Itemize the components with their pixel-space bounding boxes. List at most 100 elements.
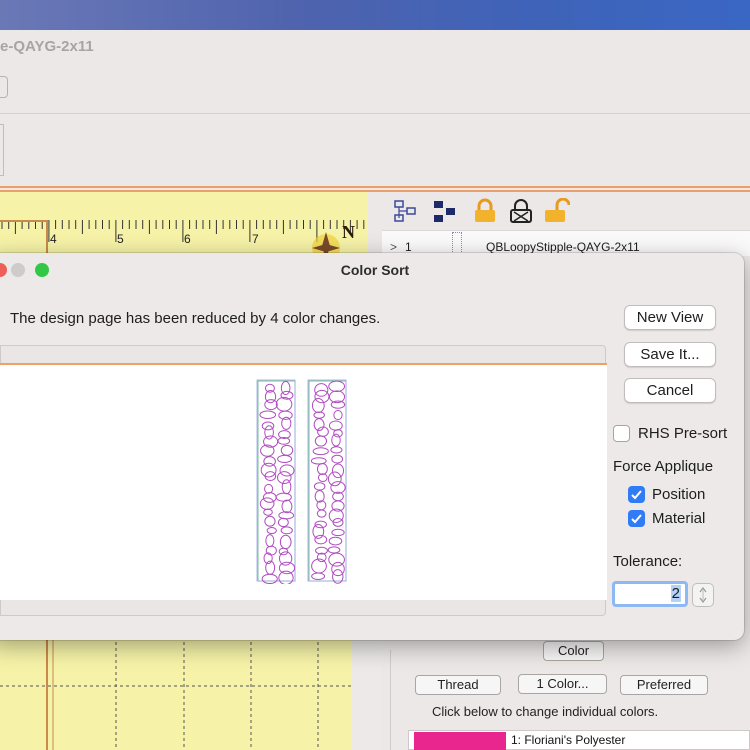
checkmark-icon (631, 490, 642, 500)
layer-number: 1 (405, 240, 412, 254)
color-hint-text: Click below to change individual colors. (432, 704, 659, 719)
stitch-loop (316, 462, 328, 475)
rhs-presort-checkbox[interactable] (613, 425, 630, 442)
one-color-button[interactable]: 1 Color... (518, 674, 607, 694)
thread-button[interactable]: Thread (415, 675, 501, 695)
compass-letter: N (342, 222, 355, 242)
stitch-loop (280, 444, 294, 456)
stitch-loop (279, 464, 295, 477)
layer-thumbnail (452, 232, 462, 254)
cancel-button[interactable]: Cancel (624, 378, 716, 403)
stitch-loop (328, 420, 343, 431)
stitch-loop (266, 527, 277, 535)
stitch-loop (331, 528, 345, 537)
app-toolbar (0, 64, 750, 114)
ruler-label: 6 (184, 232, 191, 246)
tolerance-label: Tolerance: (613, 553, 683, 570)
splitter[interactable] (368, 192, 382, 254)
stepper-arrows-icon (699, 587, 707, 603)
stitch-loop (264, 471, 277, 482)
force-applique-label: Force Applique (613, 458, 714, 475)
stitch-loop (264, 515, 276, 527)
stitch-loop (277, 517, 289, 528)
stitch-loop (263, 508, 273, 516)
stitch-loop (281, 479, 292, 495)
stitch-loop (279, 534, 292, 550)
color-button[interactable]: Color (543, 641, 604, 661)
app-window-title: e-QAYG-2x11 (0, 38, 94, 55)
stitch-loop (316, 509, 327, 518)
stitch-loop (331, 433, 341, 447)
stitch-loop (333, 429, 343, 438)
position-checkbox[interactable] (628, 486, 645, 503)
tolerance-input[interactable]: 2 (612, 581, 688, 607)
stitch-loop (331, 454, 344, 464)
stitch-loop (259, 497, 275, 510)
tolerance-stepper[interactable] (692, 583, 714, 607)
tolerance-value: 2 (670, 585, 681, 602)
color-name[interactable]: 1: Floriani's Polyester (511, 733, 625, 747)
stitch-loop (314, 435, 328, 447)
stitch-loop (278, 570, 294, 584)
stitch-loop (278, 410, 293, 420)
stitch-loop (331, 463, 345, 479)
stitch-loop (330, 481, 346, 494)
lock-cross-icon[interactable] (508, 198, 534, 224)
preferred-button[interactable]: Preferred (620, 675, 708, 695)
desktop-background (0, 0, 750, 30)
stitch-loop (261, 573, 278, 584)
stitch-loop (311, 572, 326, 580)
stitch-loop (265, 534, 275, 548)
stitch-loop (277, 454, 293, 463)
stitch-loop (327, 471, 342, 487)
toolbar-control-group[interactable] (0, 124, 4, 176)
app-titlebar (0, 30, 750, 64)
dialog-message: The design page has been reduced by 4 co… (10, 310, 381, 327)
ruler-label: 4 (50, 232, 57, 246)
app-secondary-toolbar (0, 115, 750, 187)
new-view-button[interactable]: New View (624, 305, 716, 330)
stitch-loop (264, 483, 274, 494)
stitch-loop (275, 396, 293, 412)
ruler-label: 7 (252, 232, 259, 246)
save-it-button[interactable]: Save It... (624, 342, 716, 367)
stitch-loop (311, 398, 325, 413)
toolbar-control[interactable] (0, 76, 8, 98)
material-checkbox[interactable] (628, 510, 645, 527)
design-preview (256, 379, 347, 584)
stitch-loop (281, 499, 293, 514)
stitch-loop (333, 410, 343, 421)
stitch-loop (330, 400, 346, 409)
stitch-loop (265, 545, 277, 556)
stitch-loop (312, 447, 329, 456)
material-label: Material (652, 510, 706, 527)
ruler-label: 5 (117, 232, 124, 246)
stitch-loop (330, 446, 343, 454)
stitch-loop (280, 526, 293, 535)
checkmark-icon (631, 514, 642, 524)
chevron-right-icon[interactable]: > (390, 240, 397, 254)
layer-name: QBLoopyStipple-QAYG-2x11 (486, 240, 640, 254)
stitch-loop (310, 457, 327, 465)
stitch-loop (259, 410, 277, 420)
stitch-loop (275, 492, 292, 502)
stitch-loop (262, 492, 277, 503)
stitch-loop (313, 411, 325, 419)
hoop-corner (0, 220, 48, 254)
stitch-loop (260, 462, 277, 478)
lock-icon[interactable] (472, 198, 498, 224)
expand-all-icon[interactable] (393, 198, 419, 224)
rhs-presort-label: RHS Pre-sort (638, 425, 728, 442)
stitch-loop (328, 380, 346, 393)
stitch-loop (328, 536, 343, 546)
position-label: Position (652, 486, 706, 503)
stitch-loop (314, 534, 328, 545)
stitch-loop (264, 399, 278, 411)
stitch-loop (327, 546, 341, 554)
color-swatch[interactable] (414, 732, 506, 750)
collapse-all-icon[interactable] (432, 198, 458, 224)
stitch-loop (313, 482, 326, 491)
canvas-grid (0, 636, 352, 750)
unlock-icon[interactable] (544, 198, 570, 224)
dialog-title: Color Sort (340, 262, 410, 278)
